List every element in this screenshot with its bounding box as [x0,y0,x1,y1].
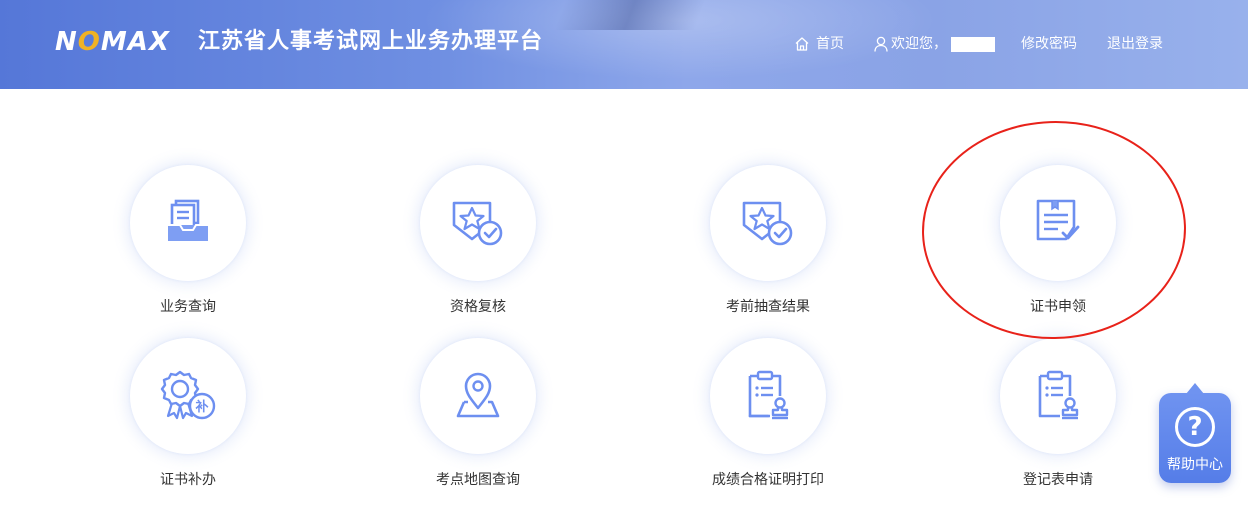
tile-icon-circle [1000,338,1116,454]
nav-user-welcome[interactable]: 欢迎您， [874,33,995,55]
tile-label: 成绩合格证明打印 [712,472,824,488]
tile-pre-exam-check-result[interactable]: 考前抽查结果 [668,165,868,315]
redacted-username [951,36,995,52]
tile-icon-circle: 补 [130,338,246,454]
header-decoration [554,0,706,30]
question-mark-icon: ? [1175,407,1215,447]
top-header: NOMAX 江苏省人事考试网上业务办理平台 首页 欢迎您， 修改密码 退出登录 [0,0,1248,89]
tile-label: 考点地图查询 [436,472,520,488]
tile-label: 业务查询 [160,299,216,315]
badge-check-icon [452,201,503,246]
clipboard-stamp-icon [1038,370,1079,420]
help-center-button[interactable]: ? 帮助中心 [1159,383,1231,483]
tile-label: 资格复核 [450,299,506,315]
tile-exam-site-map-query[interactable]: 考点地图查询 [378,338,578,488]
badge-text: 补 [194,399,208,415]
tile-icon-circle [130,165,246,281]
tile-icon-circle [710,338,826,454]
tile-certificate-reissue[interactable]: 补 证书补办 [88,338,288,488]
clipboard-stamp-icon [748,370,789,420]
tile-icon-circle [420,165,536,281]
tile-registration-form-application[interactable]: 登记表申请 [958,338,1158,488]
user-icon [874,36,888,52]
nav-change-password-link[interactable]: 修改密码 [1021,33,1077,55]
badge-check-icon [742,201,793,246]
tile-qualification-review[interactable]: 资格复核 [378,165,578,315]
tile-business-query[interactable]: 业务查询 [88,165,288,315]
nomax-logo: NOMAX [55,27,170,57]
site-title: 江苏省人事考试网上业务办理平台 [198,29,544,54]
help-center-label: 帮助中心 [1167,457,1223,473]
tile-score-certificate-print[interactable]: 成绩合格证明打印 [668,338,868,488]
map-pin-icon [456,372,500,418]
nav-home-link[interactable]: 首页 [794,33,844,55]
tile-label: 考前抽查结果 [726,299,810,315]
tray-icon [168,199,208,241]
seal-badge-icon: 补 [160,370,216,420]
tile-label: 证书补办 [160,472,216,488]
home-icon [795,37,809,51]
nav-logout-link[interactable]: 退出登录 [1107,33,1163,55]
tile-label: 登记表申请 [1023,472,1093,488]
tile-icon-circle [710,165,826,281]
tile-icon-circle [420,338,536,454]
